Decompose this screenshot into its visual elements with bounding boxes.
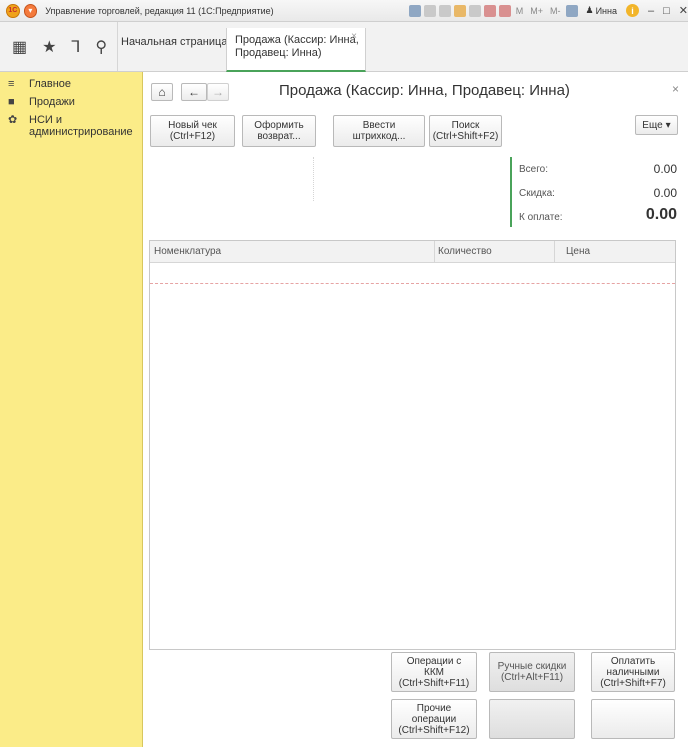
- summary-accent-line: [510, 157, 512, 227]
- panel-layout-icon[interactable]: [565, 4, 578, 17]
- goods-table[interactable]: Номенклатура Количество Цена: [149, 240, 676, 650]
- user-name: Инна: [595, 5, 617, 16]
- favorites-star-icon[interactable]: ★: [42, 37, 56, 57]
- chevron-down-icon: ▾: [665, 119, 671, 131]
- empty-button[interactable]: [489, 699, 575, 739]
- total-label: Всего:: [519, 164, 548, 175]
- print-icon[interactable]: [423, 4, 436, 17]
- history-icon[interactable]: Ꞁ: [71, 37, 80, 57]
- copy-icon[interactable]: [468, 4, 481, 17]
- home-icon[interactable]: ⌂: [151, 83, 173, 101]
- save-icon[interactable]: [408, 4, 421, 17]
- divider: [313, 157, 314, 201]
- to-pay-value: 0.00: [645, 206, 677, 223]
- forward-arrow-icon[interactable]: →: [207, 83, 229, 101]
- sidebar-item-label: НСИ и администрирование: [29, 114, 133, 138]
- sidebar-item-label: Главное: [29, 78, 72, 90]
- return-button[interactable]: Оформить возврат...: [242, 115, 316, 147]
- quick-actions: ▦ ★ Ꞁ ⚲: [0, 22, 118, 71]
- barcode-button[interactable]: Ввести штрихкод...: [333, 115, 425, 147]
- pay-cash-button[interactable]: Оплатить наличными (Ctrl+Shift+F7): [591, 652, 675, 692]
- preview-icon[interactable]: [438, 4, 451, 17]
- column-header-quantity[interactable]: Количество: [438, 246, 492, 257]
- kkm-operations-button[interactable]: Операции с ККМ (Ctrl+Shift+F11): [391, 652, 477, 692]
- calendar-icon[interactable]: [498, 4, 511, 17]
- calculator-icon[interactable]: [483, 4, 496, 17]
- gear-icon: ✿: [8, 114, 18, 126]
- window-titlebar: 1C ▾ Управление торговлей, редакция 11 (…: [0, 0, 688, 22]
- tab-sale[interactable]: Продажа (Кассир: Инна, Продавец: Инна) ×: [226, 28, 366, 72]
- more-button[interactable]: Еще ▾: [635, 115, 678, 135]
- tab-home-page[interactable]: Начальная страница: [121, 36, 227, 48]
- app-logo-icon: 1C: [6, 3, 20, 18]
- back-arrow-icon[interactable]: ←: [181, 83, 207, 101]
- section-bar: ▦ ★ Ꞁ ⚲ Начальная страница Продажа (Касс…: [0, 22, 688, 72]
- window-title: Управление торговлей, редакция 11 (1С:Пр…: [45, 5, 274, 16]
- discount-label: Скидка:: [519, 188, 555, 199]
- search-button[interactable]: Поиск (Ctrl+Shift+F2): [429, 115, 502, 147]
- favorites-icon[interactable]: [453, 4, 466, 17]
- titlebar-toolbar: M M+ M- ♟ Инна i – □ ✕: [408, 4, 688, 17]
- empty-button[interactable]: [591, 699, 675, 739]
- manual-discounts-button[interactable]: Ручные скидки (Ctrl+Alt+F11): [489, 652, 575, 692]
- close-form-icon[interactable]: ×: [672, 82, 679, 96]
- menu-lines-icon: ≡: [8, 78, 15, 90]
- sections-sidebar: ≡ Главное ■ Продажи ✿ НСИ и администриро…: [0, 72, 143, 747]
- column-header-nomenclature[interactable]: Номенклатура: [154, 246, 221, 257]
- memory-button[interactable]: M: [516, 6, 524, 16]
- sidebar-item-sales[interactable]: ■ Продажи: [0, 90, 142, 108]
- user-icon: ♟: [585, 5, 594, 15]
- close-tab-icon[interactable]: ×: [351, 30, 357, 43]
- sale-form: ⌂ ← → Продажа (Кассир: Инна, Продавец: И…: [143, 72, 688, 747]
- column-divider: [554, 241, 555, 263]
- other-operations-button[interactable]: Прочие операции (Ctrl+Shift+F12): [391, 699, 477, 739]
- close-window-button[interactable]: ✕: [679, 4, 688, 17]
- memory-minus-button[interactable]: M-: [550, 6, 561, 16]
- sidebar-item-nsi-admin[interactable]: ✿ НСИ и администрирование: [0, 108, 142, 138]
- current-user[interactable]: ♟ Инна: [586, 5, 618, 16]
- form-title: Продажа (Кассир: Инна, Продавец: Инна): [279, 82, 570, 99]
- tab-sale-label: Продажа (Кассир: Инна, Продавец: Инна): [235, 34, 359, 59]
- minimize-button[interactable]: –: [648, 5, 654, 17]
- memory-plus-button[interactable]: M+: [530, 6, 543, 16]
- table-row[interactable]: [150, 263, 675, 284]
- main-menu-icon[interactable]: ▾: [23, 3, 38, 18]
- grid-menu-icon[interactable]: ▦: [12, 37, 27, 57]
- total-value: 0.00: [653, 162, 677, 176]
- column-divider: [434, 241, 435, 263]
- sidebar-item-label: Продажи: [29, 96, 75, 108]
- sidebar-item-main[interactable]: ≡ Главное: [0, 72, 142, 90]
- column-header-price[interactable]: Цена: [566, 246, 590, 257]
- more-label: Еще: [642, 119, 663, 131]
- table-header: Номенклатура Количество Цена: [150, 241, 675, 263]
- bag-icon: ■: [8, 96, 15, 108]
- info-icon[interactable]: i: [626, 4, 639, 17]
- search-icon[interactable]: ⚲: [95, 37, 107, 57]
- to-pay-label: К оплате:: [519, 212, 563, 223]
- discount-value: 0.00: [653, 186, 677, 200]
- new-check-button[interactable]: Новый чек (Ctrl+F12): [150, 115, 235, 147]
- maximize-button[interactable]: □: [663, 5, 670, 17]
